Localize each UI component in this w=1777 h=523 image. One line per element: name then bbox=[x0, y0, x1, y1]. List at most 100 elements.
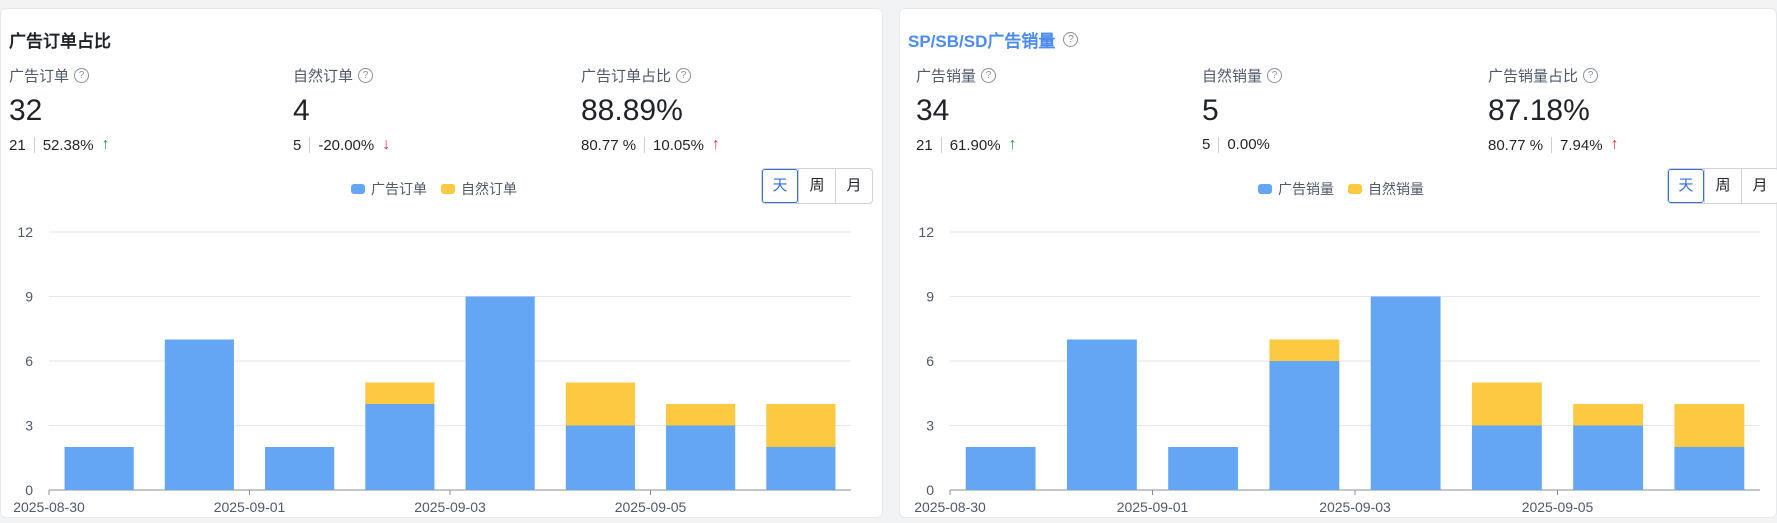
help-icon[interactable]: ? bbox=[981, 68, 997, 83]
bar-ad-segment bbox=[1573, 425, 1644, 490]
bar-natural-segment bbox=[766, 404, 836, 447]
x-tick-label: 2025-09-03 bbox=[1319, 499, 1391, 515]
legend-swatch bbox=[1348, 184, 1362, 194]
bar-natural-segment bbox=[1573, 404, 1644, 426]
period-week-button[interactable]: 周 bbox=[798, 169, 835, 203]
y-tick-label: 3 bbox=[25, 418, 33, 434]
help-icon[interactable]: ? bbox=[1267, 68, 1283, 83]
metric-value: 34 bbox=[916, 94, 950, 127]
period-month-button[interactable]: 月 bbox=[835, 169, 872, 203]
panel-title-text: 广告订单占比 bbox=[9, 32, 111, 51]
metric-natural-sales: 自然销量? 5 5 0.00% bbox=[1202, 65, 1472, 153]
metric-value: 4 bbox=[293, 94, 310, 127]
metric-label: 广告销量占比 bbox=[1488, 68, 1579, 85]
legend-item-ad[interactable]: 广告销量 bbox=[1258, 179, 1334, 199]
y-tick-label: 0 bbox=[25, 482, 33, 498]
period-week-button[interactable]: 周 bbox=[1704, 169, 1741, 203]
metric-change: 0.00% bbox=[1227, 136, 1270, 153]
x-tick-label: 2025-08-30 bbox=[13, 499, 85, 515]
y-tick-label: 12 bbox=[918, 224, 934, 240]
arrow-up-icon: ↑ bbox=[1008, 136, 1017, 153]
bar-ad-segment bbox=[1168, 447, 1239, 490]
bar-ad-segment bbox=[164, 339, 234, 490]
bar-ad-segment bbox=[365, 404, 435, 490]
arrow-up-icon: ↑ bbox=[711, 136, 720, 153]
help-icon[interactable]: ? bbox=[358, 68, 374, 83]
legend-item-ad[interactable]: 广告订单 bbox=[351, 179, 427, 199]
metric-ad-sales: 广告销量? 34 21 61.90% ↑ bbox=[916, 65, 1186, 154]
bar-ad-segment bbox=[766, 447, 836, 490]
metric-label: 广告订单占比 bbox=[581, 68, 672, 85]
y-tick-label: 9 bbox=[926, 289, 934, 305]
x-tick-label: 2025-08-30 bbox=[914, 499, 986, 515]
bar-ad-segment bbox=[1370, 296, 1441, 490]
panel-title-text: SP/SB/SD广告销量 bbox=[908, 32, 1056, 51]
period-day-button[interactable]: 天 bbox=[1668, 169, 1704, 203]
period-month-button[interactable]: 月 bbox=[1741, 169, 1777, 203]
y-tick-label: 9 bbox=[25, 289, 33, 305]
metric-prev: 21 bbox=[9, 136, 26, 154]
metric-value: 88.89% bbox=[581, 94, 683, 127]
metric-label: 广告订单 bbox=[9, 68, 70, 85]
bar-ad-segment bbox=[64, 447, 134, 490]
x-tick-label: 2025-09-01 bbox=[214, 499, 286, 515]
legend-label: 广告销量 bbox=[1278, 181, 1334, 197]
metric-label: 自然销量 bbox=[1202, 68, 1263, 85]
metric-ad-orders: 广告订单? 32 21 52.38% ↑ bbox=[9, 65, 279, 154]
metric-label: 自然订单 bbox=[293, 68, 354, 85]
legend-swatch bbox=[351, 184, 365, 194]
legend-item-natural[interactable]: 自然订单 bbox=[441, 179, 517, 199]
divider bbox=[33, 137, 35, 153]
x-tick-label: 2025-09-05 bbox=[615, 499, 687, 515]
bar-natural-segment bbox=[1674, 404, 1745, 447]
y-tick-label: 3 bbox=[926, 418, 934, 434]
metric-change: -20.00% bbox=[318, 136, 375, 154]
bar-natural-segment bbox=[565, 382, 635, 426]
x-tick-label: 2025-09-03 bbox=[414, 499, 486, 515]
metric-ad-order-ratio: 广告订单占比? 88.89% 80.77 % 10.05% ↑ bbox=[581, 65, 851, 154]
x-tick-label: 2025-09-05 bbox=[1522, 499, 1594, 515]
metric-label: 广告销量 bbox=[916, 68, 977, 85]
metric-change: 7.94% bbox=[1560, 136, 1603, 154]
divider bbox=[1551, 137, 1553, 153]
help-icon[interactable]: ? bbox=[1063, 32, 1079, 47]
panel-title: 广告订单占比 bbox=[9, 27, 111, 52]
bar-natural-segment bbox=[666, 404, 736, 426]
ad-orders-panel: 广告订单占比 广告订单? 32 21 52.38% ↑ 自然订单? 4 5 -20.0… bbox=[0, 8, 883, 518]
period-day-button[interactable]: 天 bbox=[762, 169, 798, 203]
bar-ad-segment bbox=[1066, 339, 1137, 490]
metric-value: 87.18% bbox=[1488, 94, 1590, 127]
metric-change: 10.05% bbox=[653, 136, 704, 154]
legend-label: 自然销量 bbox=[1368, 181, 1424, 197]
divider bbox=[644, 137, 646, 153]
metric-prev: 80.77 % bbox=[1488, 136, 1544, 154]
metric-prev: 5 bbox=[293, 136, 302, 154]
help-icon[interactable]: ? bbox=[1583, 68, 1599, 83]
metric-value: 32 bbox=[9, 94, 43, 127]
metric-natural-orders: 自然订单? 4 5 -20.00% ↓ bbox=[293, 65, 563, 154]
metric-prev: 21 bbox=[916, 136, 933, 154]
legend-label: 广告订单 bbox=[371, 181, 427, 197]
legend-item-natural[interactable]: 自然销量 bbox=[1348, 179, 1424, 199]
help-icon[interactable]: ? bbox=[74, 68, 90, 83]
ad-sales-panel: SP/SB/SD广告销量 ? 广告销量? 34 21 61.90% ↑ 自然销量? … bbox=[899, 8, 1777, 518]
period-toggle: 天 周 月 bbox=[761, 168, 873, 204]
y-tick-label: 6 bbox=[926, 353, 934, 369]
legend-swatch bbox=[441, 184, 455, 194]
arrow-down-icon: ↓ bbox=[382, 136, 391, 153]
legend-swatch bbox=[1258, 184, 1272, 194]
chart-legend: 广告订单 自然订单 bbox=[351, 179, 517, 199]
y-tick-label: 0 bbox=[926, 482, 934, 498]
y-tick-label: 6 bbox=[25, 353, 33, 369]
bar-ad-segment bbox=[666, 425, 736, 490]
ad-sales-chart: 0 3 6 9 12 2025-08-30 2025-09-01 2025-09-03 2025… bbox=[914, 224, 1760, 515]
bar-ad-segment bbox=[1471, 425, 1542, 490]
metric-prev: 80.77 % bbox=[581, 136, 637, 154]
arrow-up-icon: ↑ bbox=[101, 136, 110, 153]
period-toggle: 天 周 月 bbox=[1667, 168, 1777, 204]
help-icon[interactable]: ? bbox=[676, 68, 692, 83]
chart-legend: 广告销量 自然销量 bbox=[1258, 179, 1424, 199]
divider bbox=[309, 137, 311, 153]
metric-change: 52.38% bbox=[42, 136, 94, 154]
metric-prev: 5 bbox=[1202, 136, 1211, 153]
